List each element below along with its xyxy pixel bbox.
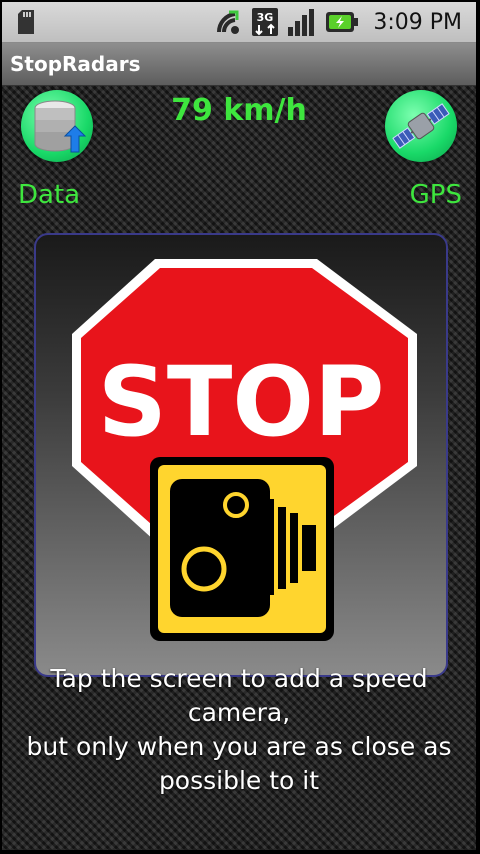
network-type-text: 3G [257,11,274,24]
3g-icon: 3G [252,8,279,36]
main-content[interactable]: 79 km/h Data GPS STOP Tap the screen to … [2,86,476,850]
sd-card-icon [18,10,34,34]
gps-button[interactable] [385,90,457,162]
signal-bars-icon [288,9,315,36]
add-camera-panel[interactable]: STOP [34,233,448,677]
signal-arrow-icon [217,10,240,34]
data-label[interactable]: Data [18,180,80,210]
status-time: 3:09 PM [373,9,462,35]
instruction-text: Tap the screen to add a speed camera, bu… [2,662,476,798]
app-title: StopRadars [10,52,141,76]
instruction-line-3: possible to it [158,766,320,795]
app-frame: 3G 3:09 PM StopRadars 79 km/h Data GPS S… [2,2,476,850]
instruction-line-1: Tap the screen to add a speed camera, [50,664,428,727]
database-upload-icon [34,100,87,153]
battery-charging-icon [326,12,359,32]
gps-label[interactable]: GPS [410,180,462,210]
status-bar: 3G 3:09 PM [2,2,476,43]
satellite-icon [392,103,450,149]
title-bar: StopRadars [2,43,476,86]
status-icons: 3G 3:09 PM [215,8,462,36]
stop-speed-camera-sign: STOP [72,259,417,641]
stop-text: STOP [98,346,385,458]
instruction-line-2: but only when you are as close as [26,732,452,761]
data-button[interactable] [21,90,93,162]
